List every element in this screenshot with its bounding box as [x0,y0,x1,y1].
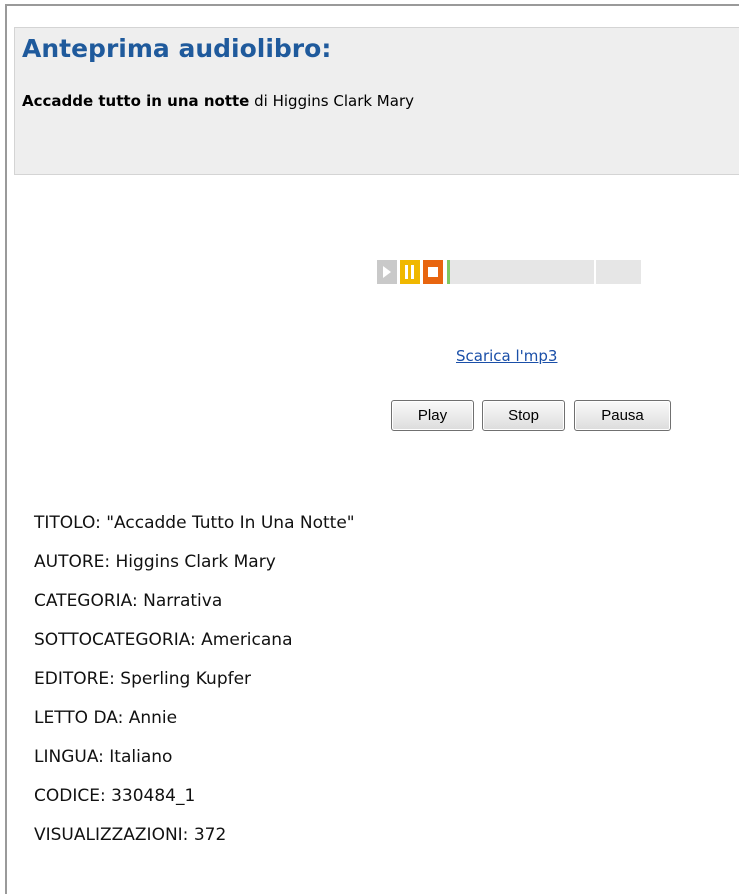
stop-square-icon [428,267,438,277]
player-volume-divider [594,260,596,284]
audio-player [377,260,641,284]
detail-language: LINGUA: Italiano [34,747,173,767]
player-pause-button[interactable] [400,260,420,284]
by-word: di [254,92,268,110]
player-play-button[interactable] [377,260,397,284]
download-mp3-link[interactable]: Scarica l'mp3 [456,347,557,365]
detail-category: CATEGORIA: Narrativa [34,591,223,611]
detail-subcategory: SOTTOCATEGORIA: Americana [34,630,293,650]
page-title: Anteprima audiolibro: [22,34,332,63]
play-triangle-icon [383,266,391,278]
play-button[interactable]: Play [391,400,474,431]
pause-icon [405,265,414,279]
detail-author: AUTORE: Higgins Clark Mary [34,552,276,572]
detail-publisher: EDITORE: Sperling Kupfer [34,669,252,689]
book-author: Higgins Clark Mary [272,92,414,110]
player-stop-button[interactable] [423,260,443,284]
detail-code: CODICE: 330484_1 [34,786,196,806]
book-byline: Accadde tutto in una notte di Higgins Cl… [22,92,414,110]
book-title: Accadde tutto in una notte [22,92,250,110]
audiobook-details: TITOLO: "Accadde Tutto In Una Notte" AUT… [34,510,355,861]
stop-button[interactable]: Stop [482,400,565,431]
detail-title: TITOLO: "Accadde Tutto In Una Notte" [34,513,355,533]
player-progress-fill [447,260,450,284]
pause-button[interactable]: Pausa [574,400,671,431]
detail-views: VISUALIZZAZIONI: 372 [34,825,227,845]
player-progress-track[interactable] [447,260,641,284]
detail-narrator: LETTO DA: Annie [34,708,178,728]
